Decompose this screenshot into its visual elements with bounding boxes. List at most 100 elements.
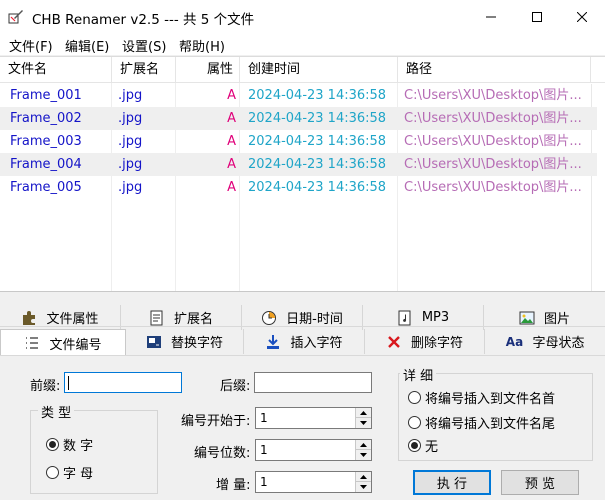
- spinner-buttons: [355, 408, 371, 428]
- minimize-button[interactable]: [468, 0, 514, 33]
- table-row[interactable]: Frame_004 .jpg A 2024-04-23 14:36:58 C:\…: [0, 153, 597, 176]
- column-header-path[interactable]: 路径: [398, 57, 591, 83]
- menu-file[interactable]: 文件(F): [9, 36, 53, 55]
- spinner-buttons: [355, 472, 371, 492]
- list-header: 文件名 扩展名 属性 创建时间 路径: [0, 57, 605, 83]
- preview-button[interactable]: 预 览: [501, 470, 579, 495]
- file-name: Frame_001: [10, 88, 82, 103]
- file-attr: A: [227, 134, 236, 149]
- arrow-up-icon: [360, 410, 367, 415]
- radio-label: 将编号插入到文件名首: [425, 392, 556, 407]
- column-header-attr[interactable]: 属性: [176, 57, 240, 83]
- tab-delete-chars[interactable]: 删除字符: [365, 329, 485, 354]
- file-ext: .jpg: [118, 157, 143, 172]
- arrow-down-icon: [360, 421, 367, 425]
- detail-group-title: 详 细: [400, 365, 437, 384]
- column-header-time[interactable]: 创建时间: [240, 57, 398, 83]
- file-name: Frame_004: [10, 157, 82, 172]
- prefix-input[interactable]: [64, 372, 182, 393]
- file-path: C:\Users\XU\Desktop\图片...: [404, 88, 582, 103]
- detail-radio-prefix[interactable]: 将编号插入到文件名首: [408, 388, 555, 407]
- insert-down-icon: [265, 334, 281, 350]
- file-attr: A: [227, 157, 236, 172]
- file-path: C:\Users\XU\Desktop\图片...: [404, 180, 582, 195]
- table-row[interactable]: Frame_003 .jpg A 2024-04-23 14:36:58 C:\…: [0, 130, 597, 153]
- tab-label: 插入字符: [290, 336, 343, 351]
- prefix-label: 前缀:: [30, 379, 61, 394]
- file-name: Frame_005: [10, 180, 82, 195]
- table-row[interactable]: Frame_002 .jpg A 2024-04-23 14:36:58 C:\…: [0, 107, 597, 130]
- execute-button[interactable]: 执 行: [413, 470, 491, 495]
- digits-spinner[interactable]: 1: [255, 439, 372, 461]
- text-caret: [68, 376, 69, 390]
- detail-radio-suffix[interactable]: 将编号插入到文件名尾: [408, 413, 555, 432]
- letter-case-icon: Aa: [505, 334, 524, 349]
- start-spinner[interactable]: 1: [255, 407, 372, 429]
- image-icon: [519, 310, 535, 326]
- file-name: Frame_003: [10, 134, 82, 149]
- spin-up-button[interactable]: [356, 440, 371, 450]
- file-attr: A: [227, 180, 236, 195]
- tab-letter-case[interactable]: Aa 字母状态: [485, 329, 605, 354]
- tab-label: 替换字符: [170, 336, 223, 351]
- close-icon: [577, 11, 587, 22]
- spin-up-button[interactable]: [356, 408, 371, 418]
- puzzle-icon: [21, 310, 37, 326]
- start-label: 编号开始于:: [181, 414, 251, 429]
- file-time: 2024-04-23 14:36:58: [248, 88, 387, 103]
- file-ext: .jpg: [118, 88, 143, 103]
- digits-value: 1: [260, 443, 268, 457]
- file-attr: A: [227, 88, 236, 103]
- window-title: CHB Renamer v2.5 --- 共 5 个文件: [32, 12, 255, 28]
- file-time: 2024-04-23 14:36:58: [248, 111, 387, 126]
- type-group-title: 类 型: [38, 402, 75, 421]
- tab-replace-chars[interactable]: 替换字符: [126, 329, 244, 354]
- radio-indicator: [408, 416, 421, 429]
- column-header-ext[interactable]: 扩展名: [112, 57, 176, 83]
- radio-label: 将编号插入到文件名尾: [425, 417, 556, 432]
- tab-insert-chars[interactable]: 插入字符: [244, 329, 365, 354]
- detail-radio-none[interactable]: 无: [408, 436, 438, 455]
- spin-down-button[interactable]: [356, 418, 371, 428]
- tab-row-divider: [0, 326, 605, 327]
- close-button[interactable]: [559, 0, 605, 33]
- step-label: 增 量:: [216, 478, 251, 493]
- spin-up-button[interactable]: [356, 472, 371, 482]
- app-icon: [8, 8, 24, 24]
- file-time: 2024-04-23 14:36:58: [248, 157, 387, 172]
- spin-down-button[interactable]: [356, 450, 371, 460]
- file-path: C:\Users\XU\Desktop\图片...: [404, 111, 582, 126]
- tab-label: 图片: [543, 312, 570, 327]
- file-path: C:\Users\XU\Desktop\图片...: [404, 157, 582, 172]
- step-spinner[interactable]: 1: [255, 471, 372, 493]
- file-ext: .jpg: [118, 111, 143, 126]
- menu-edit[interactable]: 编辑(E): [65, 36, 109, 55]
- tab-label: MP3: [421, 310, 450, 325]
- start-value: 1: [260, 411, 268, 425]
- file-time: 2024-04-23 14:36:58: [248, 180, 387, 195]
- tab-label: 文件编号: [49, 337, 102, 353]
- menu-help[interactable]: 帮助(H): [179, 36, 225, 55]
- maximize-icon: [532, 11, 542, 22]
- file-attr: A: [227, 111, 236, 126]
- radio-label: 字 母: [63, 467, 94, 482]
- file-list[interactable]: 文件名 扩展名 属性 创建时间 路径 Frame_001 .jpg A 2024…: [0, 56, 605, 292]
- table-row[interactable]: Frame_005 .jpg A 2024-04-23 14:36:58 C:\…: [0, 176, 597, 199]
- radio-indicator: [46, 438, 59, 451]
- column-header-name[interactable]: 文件名: [0, 57, 112, 83]
- menu-settings[interactable]: 设置(S): [122, 36, 166, 55]
- radio-label: 数 字: [63, 439, 94, 454]
- suffix-input[interactable]: [254, 372, 372, 393]
- table-row[interactable]: Frame_001 .jpg A 2024-04-23 14:36:58 C:\…: [0, 84, 597, 107]
- file-time: 2024-04-23 14:36:58: [248, 134, 387, 149]
- spin-down-button[interactable]: [356, 482, 371, 492]
- tab-label: 文件属性: [46, 312, 99, 327]
- radio-label: 无: [425, 440, 439, 455]
- type-radio-number[interactable]: 数 字: [46, 435, 93, 454]
- suffix-label: 后缀:: [220, 379, 251, 394]
- maximize-button[interactable]: [514, 0, 560, 33]
- tab-file-numbering[interactable]: 文件编号: [0, 329, 126, 356]
- type-radio-letter[interactable]: 字 母: [46, 463, 93, 482]
- numbered-list-icon: [24, 335, 40, 351]
- arrow-down-icon: [360, 485, 367, 489]
